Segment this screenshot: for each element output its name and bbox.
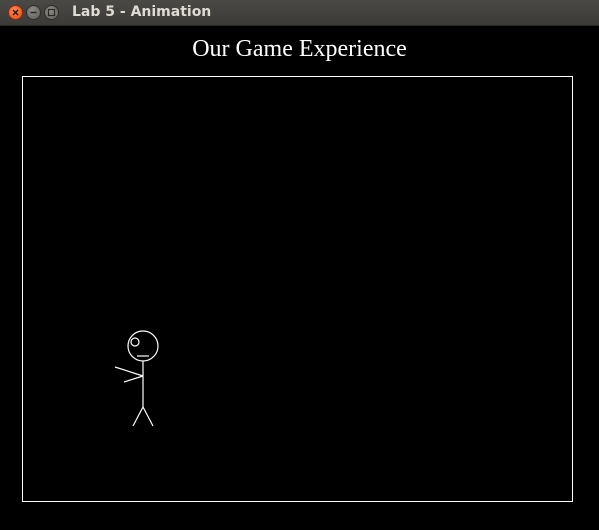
window-titlebar[interactable]: Lab 5 - Animation	[0, 0, 599, 26]
stick-figure-eye	[130, 337, 140, 347]
minimize-button[interactable]	[26, 5, 41, 20]
window-title: Lab 5 - Animation	[72, 4, 212, 20]
close-button[interactable]	[8, 5, 23, 20]
maximize-button[interactable]	[44, 5, 59, 20]
minimize-icon	[30, 11, 37, 14]
stick-figure-leg-left	[132, 406, 144, 427]
maximize-icon	[47, 8, 56, 17]
close-icon	[12, 9, 19, 16]
stick-figure-leg-right	[142, 406, 154, 427]
game-canvas[interactable]: Our Game Experience	[0, 26, 599, 530]
stick-figure-arm-lower	[123, 375, 144, 383]
stick-figure	[114, 330, 159, 427]
stick-figure-arm-upper	[114, 366, 144, 377]
